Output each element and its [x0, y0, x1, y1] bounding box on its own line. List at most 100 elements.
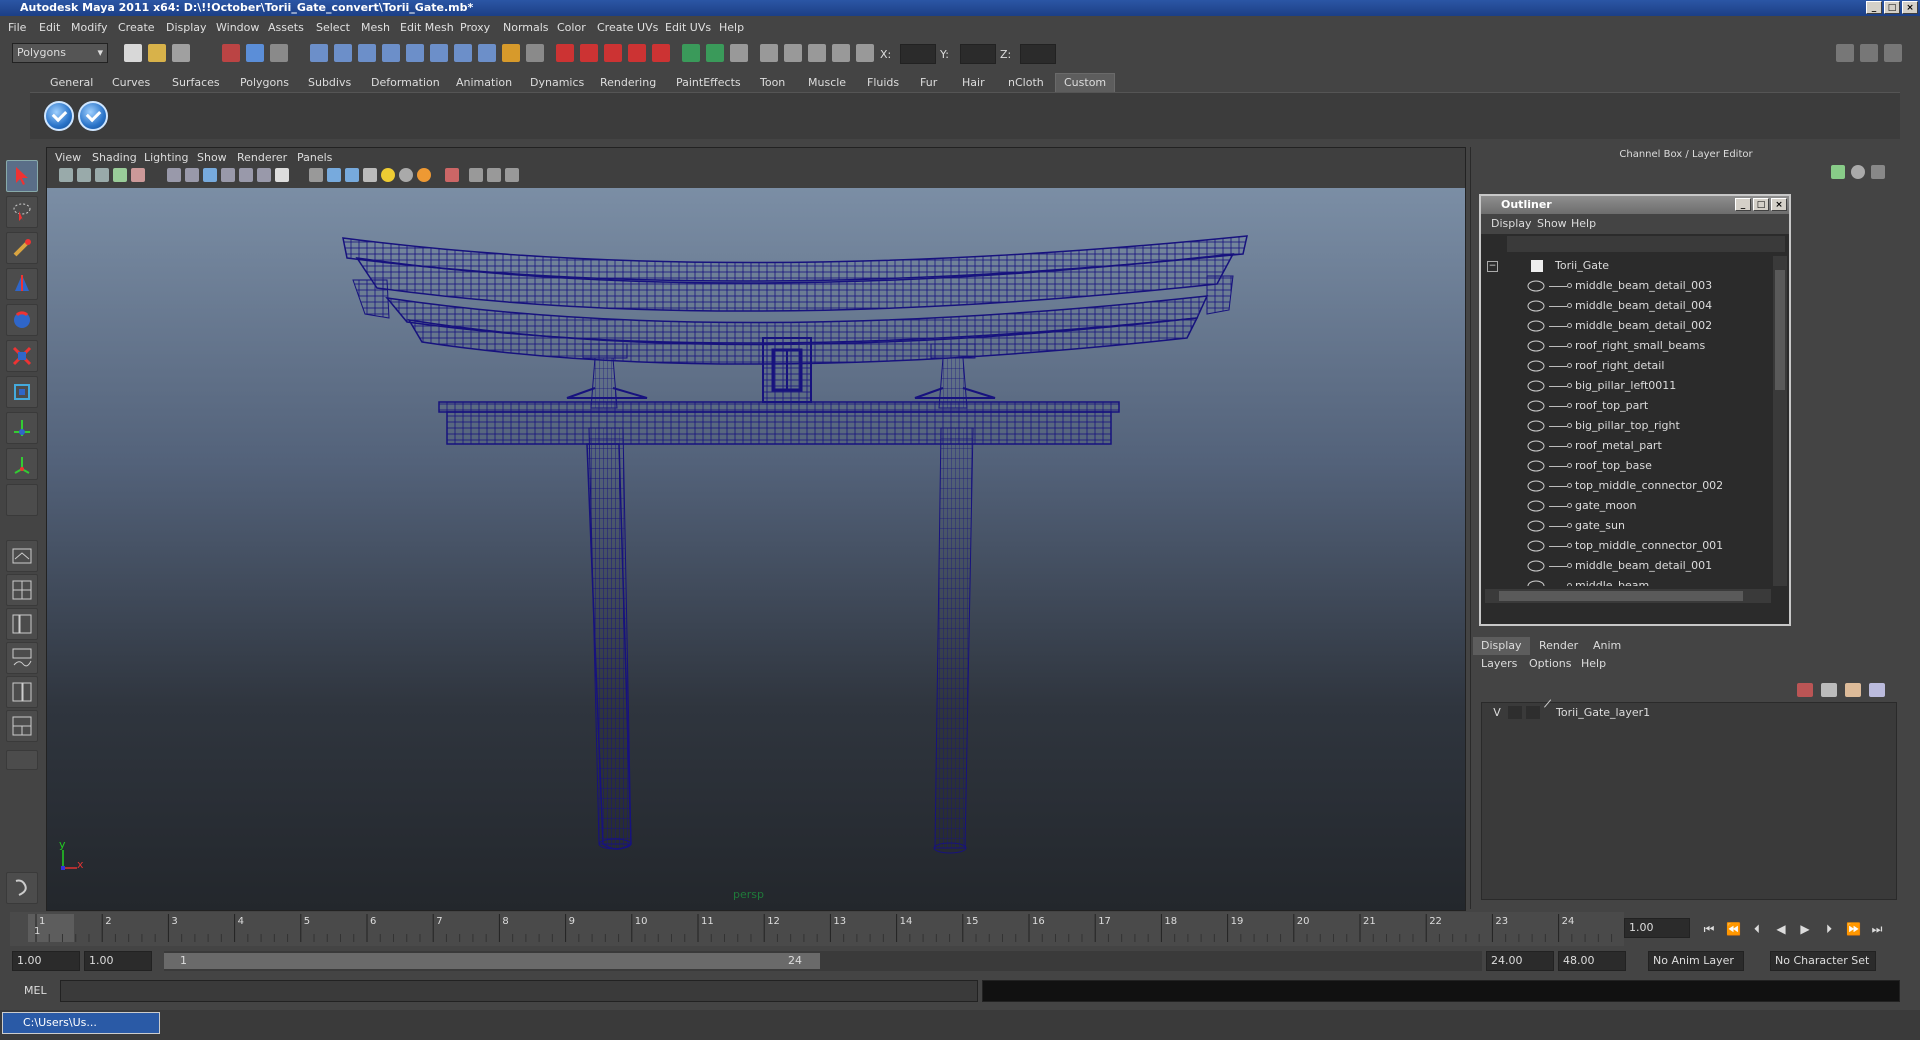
shelf-tab-toon[interactable]: Toon — [760, 74, 785, 92]
gate-mask-icon[interactable] — [221, 168, 235, 182]
isolate-select-icon[interactable] — [445, 168, 459, 182]
wire-on-shaded-icon[interactable] — [345, 168, 359, 182]
use-all-lights-icon[interactable] — [381, 168, 395, 182]
pick-dynamic-icon[interactable] — [430, 44, 448, 62]
shelf-tab-fur[interactable]: Fur — [920, 74, 937, 92]
list-item[interactable]: middle_beam_detail_004 — [1481, 296, 1773, 316]
layer-color-swatch[interactable] — [1526, 706, 1540, 719]
shelf-tab-hair[interactable]: Hair — [962, 74, 985, 92]
current-time-field[interactable]: 1.00 — [1624, 918, 1690, 938]
select-object-icon[interactable] — [246, 44, 264, 62]
pick-deform-icon[interactable] — [406, 44, 424, 62]
list-item[interactable]: roof_top_part — [1481, 396, 1773, 416]
list-item[interactable]: roof_right_detail — [1481, 356, 1773, 376]
paint-select-tool[interactable] — [6, 232, 38, 264]
select-component-icon[interactable] — [270, 44, 288, 62]
list-item[interactable]: middle_beam_detail_002 — [1481, 316, 1773, 336]
ipr-render-icon[interactable] — [784, 44, 802, 62]
output-ops-icon[interactable] — [706, 44, 724, 62]
film-gate-icon[interactable] — [185, 168, 199, 182]
smooth-shade-icon[interactable] — [327, 168, 341, 182]
perspective-viewport[interactable]: y x persp — [47, 188, 1465, 910]
custom-shelf-button-2[interactable] — [78, 101, 108, 131]
list-item[interactable]: roof_right_small_beams — [1481, 336, 1773, 356]
play-forward-icon[interactable]: ▶ — [1798, 922, 1812, 936]
step-back-frame-icon[interactable]: ⏴ — [1750, 922, 1764, 936]
bookmark-icon[interactable] — [95, 168, 109, 182]
rotate-tool[interactable] — [6, 304, 38, 336]
viewport-menu-renderer[interactable]: Renderer — [237, 151, 287, 164]
viewport-menu-view[interactable]: View — [55, 151, 81, 164]
open-scene-icon[interactable] — [148, 44, 166, 62]
z-input[interactable] — [1020, 44, 1056, 64]
grid-icon[interactable] — [167, 168, 181, 182]
persp-graph-hypergraph-layout[interactable] — [6, 710, 38, 742]
custom-shelf-button-1[interactable] — [44, 101, 74, 131]
layout-options[interactable] — [6, 750, 38, 770]
new-scene-icon[interactable] — [124, 44, 142, 62]
image-plane-icon[interactable] — [113, 168, 127, 182]
pick-curve-icon[interactable] — [358, 44, 376, 62]
layer-row[interactable]: V Torii_Gate_layer1 — [1482, 699, 1894, 723]
select-tool[interactable] — [6, 160, 38, 192]
highlight-icon[interactable] — [526, 44, 544, 62]
menu-file[interactable]: File — [8, 21, 26, 34]
show-attribute-editor-icon[interactable] — [1860, 44, 1878, 62]
menu-select[interactable]: Select — [316, 21, 350, 34]
snap-grid-icon[interactable] — [556, 44, 574, 62]
four-view-layout[interactable] — [6, 574, 38, 606]
render-settings-icon[interactable] — [808, 44, 826, 62]
persp-outliner-layout[interactable] — [6, 608, 38, 640]
y-input[interactable] — [960, 44, 996, 64]
menu-edit-uvs[interactable]: Edit UVs — [665, 21, 711, 34]
close-button[interactable]: × — [1902, 1, 1918, 14]
soft-modification-tool[interactable] — [6, 412, 38, 444]
render-current-icon[interactable] — [760, 44, 778, 62]
step-forward-frame-icon[interactable]: ⏵ — [1822, 922, 1836, 936]
layer-tab-anim[interactable]: Anim — [1585, 637, 1629, 655]
layer-editor-icon[interactable] — [1851, 165, 1865, 179]
list-item[interactable]: middle_beam — [1481, 576, 1773, 586]
scale-tool[interactable] — [6, 340, 38, 372]
safe-action-icon[interactable] — [257, 168, 271, 182]
time-slider[interactable]: 1 2 3 4 5 6 7 8 9 10 11 12 13 14 15 16 17 18 19 20 21 22 23 24 … — [10, 912, 1624, 946]
step-forward-key-icon[interactable]: ⏩ — [1846, 922, 1861, 936]
outliner-item-root[interactable]: − Torii_Gate — [1481, 256, 1773, 276]
shelf-tab-polygons[interactable]: Polygons — [240, 74, 289, 92]
viewport-menu-show[interactable]: Show — [197, 151, 227, 164]
shelf-tab-animation[interactable]: Animation — [456, 74, 512, 92]
outliner-minimize-button[interactable]: _ — [1735, 198, 1751, 211]
menu-proxy[interactable]: Proxy — [460, 21, 490, 34]
last-tool-slot[interactable] — [6, 484, 38, 516]
snap-view-icon[interactable] — [628, 44, 646, 62]
outliner-menu-help[interactable]: Help — [1571, 217, 1596, 230]
list-item[interactable]: big_pillar_left0011 — [1481, 376, 1773, 396]
field-chart-icon[interactable] — [239, 168, 253, 182]
list-item[interactable]: roof_metal_part — [1481, 436, 1773, 456]
pick-surface-icon[interactable] — [382, 44, 400, 62]
scene-end-field[interactable]: 48.00 — [1558, 951, 1626, 971]
list-item[interactable]: top_middle_connector_002 — [1481, 476, 1773, 496]
menu-modify[interactable]: Modify — [71, 21, 107, 34]
snap-point-icon[interactable] — [604, 44, 622, 62]
shelf-tab-ncloth[interactable]: nCloth — [1008, 74, 1044, 92]
shelf-tab-muscle[interactable]: Muscle — [808, 74, 846, 92]
new-layer-selected-icon[interactable] — [1869, 683, 1885, 697]
construction-history-icon[interactable] — [730, 44, 748, 62]
lock-icon[interactable] — [502, 44, 520, 62]
list-item[interactable]: roof_top_base — [1481, 456, 1773, 476]
menu-display[interactable]: Display — [166, 21, 207, 34]
list-item[interactable]: middle_beam_detail_003 — [1481, 276, 1773, 296]
command-input[interactable] — [60, 980, 978, 1002]
outliner-vertical-scrollbar[interactable] — [1773, 256, 1787, 586]
move-layer-up-icon[interactable] — [1797, 683, 1813, 697]
layer-visibility-toggle[interactable]: V — [1490, 706, 1504, 719]
range-start-field[interactable]: 1.00 — [84, 951, 152, 971]
menu-edit[interactable]: Edit — [39, 21, 60, 34]
menu-window[interactable]: Window — [216, 21, 259, 34]
menu-edit-mesh[interactable]: Edit Mesh — [400, 21, 454, 34]
x-input[interactable] — [900, 44, 936, 64]
outliner-filter-field[interactable] — [1507, 236, 1785, 252]
shelf-tab-painteffects[interactable]: PaintEffects — [676, 74, 741, 92]
character-set-selector[interactable]: No Character Set — [1770, 951, 1876, 971]
